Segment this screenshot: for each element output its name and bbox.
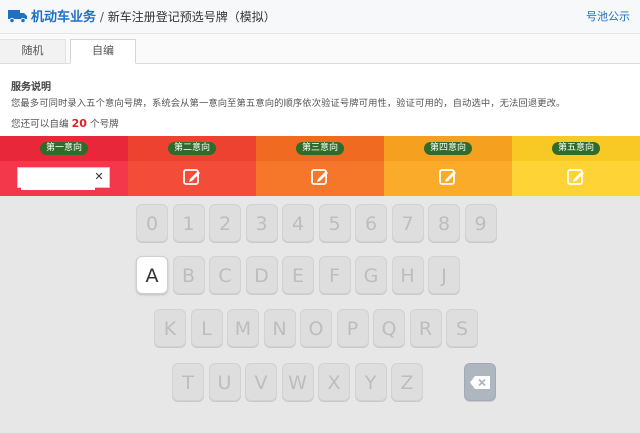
key-a[interactable]: A bbox=[136, 256, 168, 294]
intent-4-header: 第四意向 bbox=[384, 136, 512, 161]
key-2[interactable]: 2 bbox=[209, 204, 241, 242]
key-e[interactable]: E bbox=[282, 256, 314, 294]
edit-icon[interactable] bbox=[310, 167, 330, 187]
intent-1-label: 第一意向 bbox=[39, 142, 89, 155]
edit-icon[interactable] bbox=[182, 167, 202, 187]
remaining-suffix: 个号牌 bbox=[90, 119, 119, 130]
intent-5-header: 第五意向 bbox=[512, 136, 640, 161]
intent-5-body bbox=[512, 161, 640, 196]
top-header: 机动车业务 / 新车注册登记预选号牌（模拟） 号池公示 bbox=[0, 0, 640, 34]
key-p[interactable]: P bbox=[336, 309, 369, 347]
intent-5-label: 第五意向 bbox=[551, 142, 601, 155]
backspace-icon bbox=[469, 376, 490, 389]
key-f[interactable]: F bbox=[318, 256, 351, 294]
key-w[interactable]: W bbox=[281, 363, 314, 401]
intent-2-body bbox=[128, 161, 256, 196]
page-title: 机动车业务 / 新车注册登记预选号牌（模拟） bbox=[31, 9, 276, 26]
plate-input[interactable] bbox=[21, 171, 95, 190]
key-9[interactable]: 9 bbox=[464, 204, 497, 242]
key-u[interactable]: U bbox=[208, 363, 241, 401]
intent-3-header: 第三意向 bbox=[256, 136, 384, 161]
key-4[interactable]: 4 bbox=[282, 204, 314, 242]
key-s[interactable]: S bbox=[446, 309, 478, 347]
intent-4: 第四意向 bbox=[384, 136, 512, 196]
key-3[interactable]: 3 bbox=[245, 204, 278, 242]
remaining-prefix: 您还可以自编 bbox=[11, 119, 69, 130]
remaining-count-text: 您还可以自编 20 个号牌 bbox=[11, 116, 119, 130]
intent-1: 第一意向 ✕ bbox=[0, 136, 128, 196]
key-0[interactable]: 0 bbox=[136, 204, 168, 242]
key-z[interactable]: Z bbox=[391, 363, 423, 401]
intent-2-header: 第二意向 bbox=[128, 136, 256, 161]
key-h[interactable]: H bbox=[391, 256, 424, 294]
intent-3-label: 第三意向 bbox=[295, 142, 345, 155]
intent-2: 第二意向 bbox=[128, 136, 256, 196]
intent-1-body: ✕ bbox=[0, 161, 128, 196]
plate-keyboard: 0123456789 ABCDEFGHJ KLMNOPQRS TUVWXYZ bbox=[0, 196, 640, 433]
intent-5: 第五意向 bbox=[512, 136, 640, 196]
intent-1-header: 第一意向 bbox=[0, 136, 128, 161]
intent-3-body bbox=[256, 161, 384, 196]
service-description: 您最多可同时录入五个意向号牌，系统会从第一意向至第五意向的顺序依次验证号牌可用性… bbox=[11, 98, 566, 109]
key-q[interactable]: Q bbox=[373, 309, 405, 347]
intent-plates: 第一意向 ✕ 第二意向 第三意向 第四意向 第五意向 bbox=[0, 136, 640, 196]
key-x[interactable]: X bbox=[318, 363, 350, 401]
tab-random[interactable]: 随机 bbox=[0, 39, 66, 63]
number-pool-public-link[interactable]: 号池公示 bbox=[586, 10, 630, 24]
breadcrumb-section[interactable]: 机动车业务 bbox=[31, 10, 96, 25]
remaining-count: 20 bbox=[71, 117, 87, 130]
key-n[interactable]: N bbox=[263, 309, 296, 347]
key-o[interactable]: O bbox=[300, 309, 332, 347]
key-8[interactable]: 8 bbox=[428, 204, 460, 242]
key-k[interactable]: K bbox=[154, 309, 186, 347]
tab-bar: 随机 自编 bbox=[0, 34, 640, 64]
edit-icon[interactable] bbox=[438, 167, 458, 187]
key-m[interactable]: M bbox=[227, 309, 259, 347]
intent-2-label: 第二意向 bbox=[167, 142, 217, 155]
key-j[interactable]: J bbox=[428, 256, 460, 294]
truck-icon bbox=[8, 10, 27, 23]
key-7[interactable]: 7 bbox=[391, 204, 424, 242]
key-r[interactable]: R bbox=[409, 309, 442, 347]
service-title: 服务说明 bbox=[11, 82, 51, 93]
plate-input-field[interactable]: ✕ bbox=[17, 167, 110, 190]
tab-custom[interactable]: 自编 bbox=[70, 39, 136, 64]
key-d[interactable]: D bbox=[245, 256, 278, 294]
key-b[interactable]: B bbox=[172, 256, 205, 294]
key-g[interactable]: G bbox=[355, 256, 387, 294]
breadcrumb-current: 新车注册登记预选号牌（模拟） bbox=[107, 10, 276, 24]
key-1[interactable]: 1 bbox=[172, 204, 205, 242]
key-v[interactable]: V bbox=[245, 363, 277, 401]
key-l[interactable]: L bbox=[190, 309, 223, 347]
clear-icon[interactable]: ✕ bbox=[92, 170, 106, 184]
breadcrumb-separator: / bbox=[99, 10, 104, 24]
key-5[interactable]: 5 bbox=[318, 204, 351, 242]
intent-4-body bbox=[384, 161, 512, 196]
intent-4-label: 第四意向 bbox=[423, 142, 473, 155]
delete-key[interactable] bbox=[463, 363, 496, 401]
key-6[interactable]: 6 bbox=[355, 204, 387, 242]
key-y[interactable]: Y bbox=[354, 363, 387, 401]
key-c[interactable]: C bbox=[209, 256, 241, 294]
intent-3: 第三意向 bbox=[256, 136, 384, 196]
key-t[interactable]: T bbox=[172, 363, 204, 401]
edit-icon[interactable] bbox=[566, 167, 586, 187]
